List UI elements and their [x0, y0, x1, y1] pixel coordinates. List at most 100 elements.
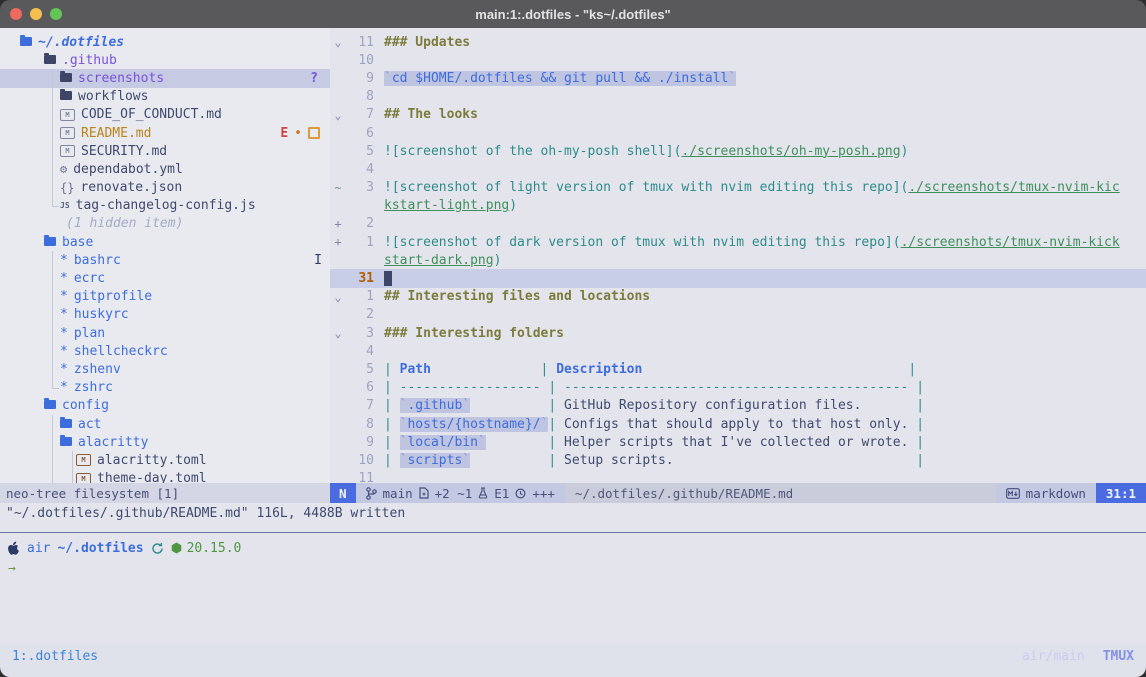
- editor-line[interactable]: 8: [330, 88, 1146, 106]
- neo-tree-statusline: neo-tree filesystem [1]: [0, 483, 330, 503]
- tree-guide: [52, 415, 53, 433]
- tree-item-label: tag-changelog-config.js: [76, 198, 256, 213]
- syntax-segment: |: [901, 362, 917, 377]
- editor-line[interactable]: 2: [330, 306, 1146, 324]
- tree-item[interactable]: *gitprofile: [0, 288, 330, 306]
- tree-item[interactable]: Malacritty.toml: [0, 451, 330, 469]
- titlebar[interactable]: main:1:.dotfiles - "ks~/.dotfiles": [0, 0, 1146, 28]
- editor-line[interactable]: 5 ![screenshot of the oh-my-posh shell](.…: [330, 142, 1146, 160]
- editor-line[interactable]: ⌄11### Updates: [330, 33, 1146, 51]
- editor-line[interactable]: 5| Path | Description |: [330, 360, 1146, 378]
- tree-item[interactable]: base: [0, 233, 330, 251]
- line-number: 8: [346, 89, 374, 104]
- editor-line[interactable]: 9`cd $HOME/.dotfiles && git pull && ./in…: [330, 69, 1146, 87]
- tree-guide: [52, 288, 53, 306]
- syntax-segment: cd $HOME/.dotfiles && git pull && ./inst…: [392, 71, 729, 86]
- gear-icon: ⚙: [60, 162, 67, 176]
- editor-line[interactable]: ⌄3### Interesting folders: [330, 324, 1146, 342]
- tree-item[interactable]: *huskyrc: [0, 306, 330, 324]
- tree-item[interactable]: act: [0, 415, 330, 433]
- line-text: ## The looks: [384, 107, 478, 122]
- folder-icon: [20, 37, 32, 46]
- tree-item[interactable]: JS tag-changelog-config.js: [0, 197, 330, 215]
- line-text: `cd $HOME/.dotfiles && git pull && ./ins…: [384, 71, 736, 86]
- tree-item[interactable]: *ecrc: [0, 269, 330, 287]
- tree-item[interactable]: *bashrcI: [0, 251, 330, 269]
- tree-item[interactable]: workflows: [0, 88, 330, 106]
- tree-item[interactable]: MSECURITY.md: [0, 142, 330, 160]
- gutter-sign: +: [330, 217, 346, 231]
- git-status-icon: [151, 542, 164, 555]
- editor-line[interactable]: 6| ------------------ | ----------------…: [330, 379, 1146, 397]
- text-cursor: [384, 271, 392, 286]
- shell-pane[interactable]: air ~/.dotfiles 20.15.0 →: [0, 532, 1146, 644]
- editor-line[interactable]: kstart-light.png): [330, 197, 1146, 215]
- tmux-window-label[interactable]: 1:.dotfiles: [12, 649, 98, 664]
- neo-tree-panel: ~/.dotfiles.githubscreenshots?workflowsM…: [0, 28, 330, 503]
- tree-item-label: zshrc: [74, 380, 113, 395]
- tree-item[interactable]: .github: [0, 51, 330, 69]
- line-number: 1: [346, 235, 374, 250]
- editor-line[interactable]: start-dark.png): [330, 251, 1146, 269]
- syntax-segment: Setup scripts.: [564, 453, 674, 468]
- editor-line[interactable]: +1![screenshot of dark version of tmux w…: [330, 233, 1146, 251]
- line-number: 3: [346, 180, 374, 195]
- editor-line[interactable]: 4: [330, 342, 1146, 360]
- syntax-segment: |: [541, 362, 557, 377]
- line-text: ![screenshot of the oh-my-posh shell](./…: [384, 144, 908, 159]
- editor-line[interactable]: 10: [330, 51, 1146, 69]
- line-number: 2: [346, 216, 374, 231]
- tree-item[interactable]: ~/.dotfiles: [0, 33, 330, 51]
- line-number: 1: [346, 289, 374, 304]
- tree-item[interactable]: alacritty: [0, 433, 330, 451]
- markdown-file-icon: M: [60, 145, 75, 157]
- javascript-icon: JS: [60, 201, 70, 210]
- editor-line[interactable]: ~3![screenshot of light version of tmux …: [330, 179, 1146, 197]
- tree-item[interactable]: Mtheme-day.toml: [0, 470, 330, 484]
- tree-item-label: screenshots: [78, 71, 164, 86]
- editor-line[interactable]: 10| `scripts` | Setup scripts. |: [330, 451, 1146, 469]
- editor-line[interactable]: 8| `hosts/{hostname}/`| Configs that sho…: [330, 415, 1146, 433]
- line-number: 4: [346, 344, 374, 359]
- tree-item[interactable]: *plan: [0, 324, 330, 342]
- gutter-sign: ⌄: [330, 108, 346, 122]
- editor-buffer[interactable]: ⌄11### Updates109`cd $HOME/.dotfiles && …: [330, 28, 1146, 483]
- syntax-segment: kstart-light.png: [384, 198, 509, 213]
- braces-icon: {}: [60, 181, 74, 195]
- apple-icon: [8, 541, 20, 555]
- tree-item-label: theme-day.toml: [97, 471, 207, 483]
- toml-file-icon: M: [76, 454, 91, 466]
- tree-item-label: bashrc: [74, 253, 121, 268]
- tree-item[interactable]: *zshenv: [0, 360, 330, 378]
- editor-line[interactable]: ⌄1## Interesting files and locations: [330, 288, 1146, 306]
- tree-item[interactable]: MREADME.mdE•: [0, 124, 330, 142]
- tree-item[interactable]: *shellcheckrc: [0, 342, 330, 360]
- syntax-segment: `: [728, 71, 736, 86]
- folder-icon: [60, 437, 72, 446]
- tree-item[interactable]: screenshots?: [0, 69, 330, 87]
- tree-guide: [52, 451, 53, 469]
- editor-line[interactable]: 6: [330, 124, 1146, 142]
- syntax-segment: |: [384, 435, 400, 450]
- editor-cursor-line[interactable]: 31: [330, 269, 1146, 287]
- editor-line[interactable]: 11: [330, 470, 1146, 484]
- tree-guide: [52, 88, 53, 106]
- tree-item[interactable]: MCODE_OF_CONDUCT.md: [0, 106, 330, 124]
- editor-line[interactable]: 7| `.github` | GitHub Repository configu…: [330, 397, 1146, 415]
- tree-item[interactable]: (1 hidden item): [0, 215, 330, 233]
- tree-item[interactable]: *zshrc: [0, 379, 330, 397]
- tree-item[interactable]: {}renovate.json: [0, 179, 330, 197]
- editor-line[interactable]: 9| `local/bin` | Helper scripts that I'v…: [330, 433, 1146, 451]
- editor-line[interactable]: 4: [330, 160, 1146, 178]
- line-text: | `.github` | GitHub Repository configur…: [384, 398, 924, 413]
- line-number: 7: [346, 107, 374, 122]
- tree-item[interactable]: config: [0, 397, 330, 415]
- line-number: 5: [346, 144, 374, 159]
- line-text: [384, 271, 392, 286]
- editor-line[interactable]: +2: [330, 215, 1146, 233]
- line-text: kstart-light.png): [384, 198, 517, 213]
- editor-line[interactable]: ⌄7 ## The looks: [330, 106, 1146, 124]
- line-text: | `local/bin` | Helper scripts that I've…: [384, 435, 924, 450]
- tree-item[interactable]: ⚙dependabot.yml: [0, 160, 330, 178]
- line-number: 4: [346, 162, 374, 177]
